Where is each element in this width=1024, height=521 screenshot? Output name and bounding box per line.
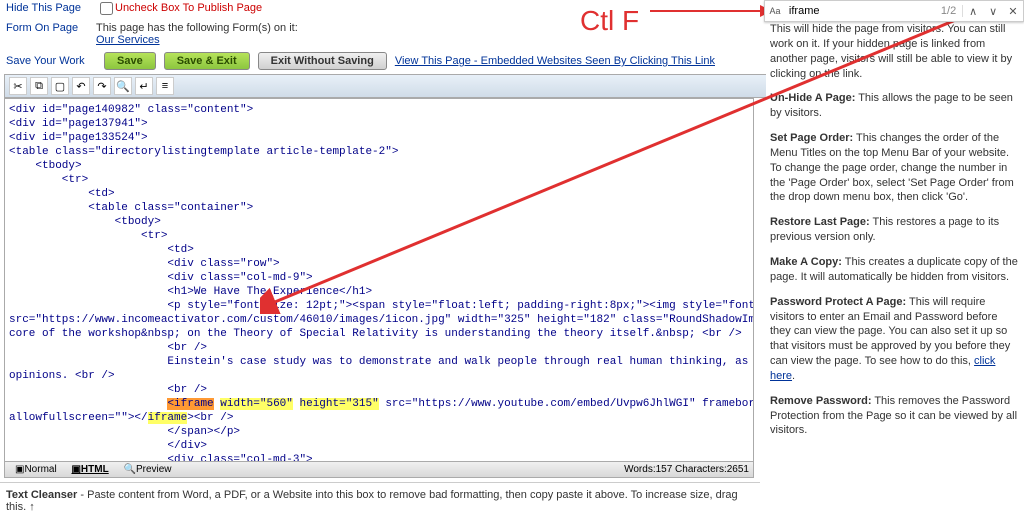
highlight-iframe-close: iframe: [148, 412, 188, 424]
redo-icon[interactable]: ↷: [93, 77, 111, 95]
undo-icon[interactable]: ↶: [72, 77, 90, 95]
find-next-icon[interactable]: ∨: [983, 5, 1003, 18]
uncheck-label: Uncheck Box To Publish Page: [115, 2, 262, 18]
save-exit-button[interactable]: Save & Exit: [164, 52, 250, 70]
highlight-iframe-open: <iframe: [167, 398, 213, 410]
tab-normal[interactable]: ▣Normal: [9, 463, 63, 476]
save-work-link[interactable]: Save Your Work: [6, 55, 96, 67]
view-page-link[interactable]: View This Page - Embedded Websites Seen …: [395, 55, 715, 67]
find-input[interactable]: [785, 3, 935, 19]
code-area[interactable]: <div id="page140982" class="content"> <d…: [5, 99, 753, 461]
editor-stats: Words:157 Characters:2651: [624, 464, 749, 475]
exit-button[interactable]: Exit Without Saving: [258, 52, 387, 70]
highlight-height: height="315": [300, 398, 379, 410]
tab-html[interactable]: ▣HTML: [65, 463, 114, 476]
form-text: This page has the following Form(s) on i…: [96, 22, 298, 34]
find-icon[interactable]: 🔍: [114, 77, 132, 95]
paste-icon[interactable]: ▢: [51, 77, 69, 95]
find-prev-icon[interactable]: ∧: [963, 5, 983, 18]
wrap-icon[interactable]: ↵: [135, 77, 153, 95]
hide-page-link[interactable]: Hide This Page: [6, 2, 96, 18]
our-services-link[interactable]: Our Services: [96, 34, 160, 46]
find-close-icon[interactable]: ✕: [1003, 5, 1023, 18]
find-match-icon[interactable]: Aa: [765, 6, 785, 16]
copy-icon[interactable]: ⧉: [30, 77, 48, 95]
save-button[interactable]: Save: [104, 52, 156, 70]
publish-checkbox[interactable]: [100, 2, 113, 15]
cut-icon[interactable]: ✂: [9, 77, 27, 95]
form-on-page-link[interactable]: Form On Page: [6, 22, 96, 46]
find-bar: Aa 1/2 ∧ ∨ ✕: [764, 0, 1024, 22]
highlight-width: width="560": [220, 398, 293, 410]
find-count: 1/2: [935, 5, 963, 17]
format-icon[interactable]: ≡: [156, 77, 174, 95]
code-editor: <div id="page140982" class="content"> <d…: [4, 98, 754, 478]
tab-preview[interactable]: 🔍Preview: [117, 463, 177, 476]
text-cleanser: Text Cleanser - Paste content from Word,…: [0, 482, 760, 519]
help-panel: This will hide the page from visitors. Y…: [766, 20, 1024, 450]
